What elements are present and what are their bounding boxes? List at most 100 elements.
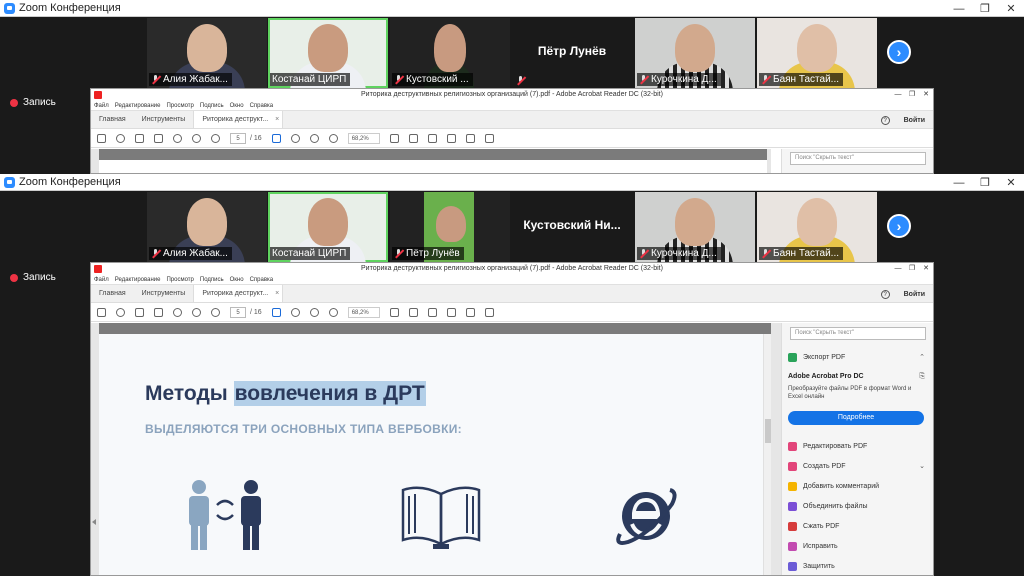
star-icon[interactable] xyxy=(116,133,125,143)
fit-page-icon[interactable] xyxy=(389,133,399,143)
scrollbar-thumb[interactable] xyxy=(765,419,771,443)
close-button[interactable]: ✕ xyxy=(919,263,933,275)
menu-view[interactable]: Просмотр xyxy=(166,103,193,109)
participant-tile[interactable]: Алия Жабак... xyxy=(147,192,267,262)
hand-icon[interactable] xyxy=(290,307,300,317)
close-tab-icon[interactable]: × xyxy=(275,290,279,297)
star-icon[interactable] xyxy=(116,307,125,317)
page-number-input[interactable]: 5 xyxy=(230,132,246,144)
export-pdf-header[interactable]: Экспорт PDF xyxy=(788,353,845,362)
minimize-button[interactable]: — xyxy=(891,263,905,275)
minimize-button[interactable]: — xyxy=(946,0,972,17)
mail-icon[interactable] xyxy=(154,307,163,317)
close-button[interactable]: ✕ xyxy=(919,89,933,101)
select-cursor-icon[interactable] xyxy=(271,307,281,317)
menu-help[interactable]: Справка xyxy=(250,103,274,109)
mail-icon[interactable] xyxy=(154,133,163,143)
participant-tile[interactable]: Алия Жабак... xyxy=(147,18,267,88)
participant-tile-active[interactable]: Костанай ЦИРП xyxy=(268,18,388,88)
minimize-button[interactable]: — xyxy=(891,89,905,101)
sign-icon[interactable] xyxy=(465,307,475,317)
zoom-level-select[interactable]: 68,2% xyxy=(347,132,380,144)
sign-icon[interactable] xyxy=(465,133,475,143)
page-up-icon[interactable] xyxy=(192,133,201,143)
select-cursor-icon[interactable] xyxy=(271,133,281,143)
scroll-mode-icon[interactable] xyxy=(408,307,418,317)
signin-button[interactable]: Войти xyxy=(904,291,925,298)
next-page-button[interactable]: › xyxy=(887,40,911,64)
page-up-icon[interactable] xyxy=(192,307,201,317)
vertical-scrollbar[interactable] xyxy=(763,334,771,575)
menu-view[interactable]: Просмотр xyxy=(166,277,193,283)
participant-tile[interactable]: Баян Тастай... xyxy=(757,18,877,88)
tool-fix[interactable]: Исправить xyxy=(788,542,838,551)
maximize-button[interactable]: ❐ xyxy=(972,0,998,17)
minimize-button[interactable]: — xyxy=(946,174,972,191)
participant-tile[interactable]: Курочкина Д... xyxy=(635,18,755,88)
close-tab-icon[interactable]: × xyxy=(275,116,279,123)
recording-indicator[interactable]: Запись xyxy=(10,97,56,108)
zoom-out-icon[interactable] xyxy=(309,133,319,143)
menu-file[interactable]: Файл xyxy=(94,103,109,109)
zoom-in-icon[interactable] xyxy=(328,133,338,143)
tool-create-pdf[interactable]: Создать PDF xyxy=(788,462,846,471)
maximize-button[interactable]: ❐ xyxy=(905,263,919,275)
menu-sign[interactable]: Подпись xyxy=(200,103,224,109)
menu-window[interactable]: Окно xyxy=(230,103,244,109)
next-page-button[interactable]: › xyxy=(887,214,911,238)
tab-home[interactable]: Главная xyxy=(91,111,134,128)
tool-edit-pdf[interactable]: Редактировать PDF xyxy=(788,442,867,451)
menu-edit[interactable]: Редактирование xyxy=(115,103,161,109)
participant-tile[interactable]: Кустовский ... xyxy=(390,18,510,88)
help-icon[interactable]: ? xyxy=(880,116,890,125)
tab-document[interactable]: Риторика деструкт... × xyxy=(193,111,284,128)
search-tools-input[interactable]: Поиск "Скрыть текст" xyxy=(790,152,926,165)
stamp-icon[interactable] xyxy=(484,307,494,317)
chevron-up-icon[interactable]: ⌃ xyxy=(919,353,925,361)
more-button[interactable]: Подробнее xyxy=(788,411,924,425)
zoom-level-select[interactable]: 68,2% xyxy=(347,306,380,318)
comment-icon[interactable] xyxy=(427,307,437,317)
close-button[interactable]: ✕ xyxy=(998,0,1024,17)
chevron-down-icon[interactable]: ⌄ xyxy=(919,462,925,470)
hand-icon[interactable] xyxy=(290,133,300,143)
recording-indicator[interactable]: Запись xyxy=(10,272,56,283)
maximize-button[interactable]: ❐ xyxy=(972,174,998,191)
left-panel-arrow-icon[interactable] xyxy=(92,519,96,525)
menu-sign[interactable]: Подпись xyxy=(200,277,224,283)
save-icon[interactable] xyxy=(97,133,106,143)
slide-title-highlight[interactable]: вовлечения в ДРТ xyxy=(233,381,426,406)
search-icon[interactable] xyxy=(173,307,182,317)
tab-tools[interactable]: Инструменты xyxy=(134,285,194,302)
tool-combine-files[interactable]: Объединить файлы xyxy=(788,502,868,511)
highlight-icon[interactable] xyxy=(446,307,456,317)
participant-tile[interactable]: Кустовский Ни... xyxy=(512,192,632,262)
tab-document[interactable]: Риторика деструкт... × xyxy=(193,285,284,302)
help-icon[interactable]: ? xyxy=(880,290,890,299)
tab-home[interactable]: Главная xyxy=(91,285,134,302)
participant-tile[interactable]: Баян Тастай... xyxy=(757,192,877,262)
tool-compress-pdf[interactable]: Сжать PDF xyxy=(788,522,839,531)
menu-help[interactable]: Справка xyxy=(250,277,274,283)
participant-tile[interactable]: Курочкина Д... xyxy=(635,192,755,262)
tool-protect[interactable]: Защитить xyxy=(788,562,835,571)
zoom-out-icon[interactable] xyxy=(309,307,319,317)
participant-tile[interactable]: Пётр Лунёв xyxy=(512,18,632,88)
print-icon[interactable] xyxy=(135,307,144,317)
participant-tile[interactable]: Пётр Лунёв xyxy=(390,192,510,262)
menu-window[interactable]: Окно xyxy=(230,277,244,283)
page-down-icon[interactable] xyxy=(211,133,220,143)
page-number-input[interactable]: 5 xyxy=(230,306,246,318)
signin-button[interactable]: Войти xyxy=(904,117,925,124)
link-icon[interactable]: ⎘ xyxy=(919,373,925,381)
menu-edit[interactable]: Редактирование xyxy=(115,277,161,283)
scroll-mode-icon[interactable] xyxy=(408,133,418,143)
zoom-in-icon[interactable] xyxy=(328,307,338,317)
stamp-icon[interactable] xyxy=(484,133,494,143)
print-icon[interactable] xyxy=(135,133,144,143)
fit-page-icon[interactable] xyxy=(389,307,399,317)
save-icon[interactable] xyxy=(97,307,106,317)
page-down-icon[interactable] xyxy=(211,307,220,317)
tool-add-comment[interactable]: Добавить комментарий xyxy=(788,482,879,491)
menu-file[interactable]: Файл xyxy=(94,277,109,283)
